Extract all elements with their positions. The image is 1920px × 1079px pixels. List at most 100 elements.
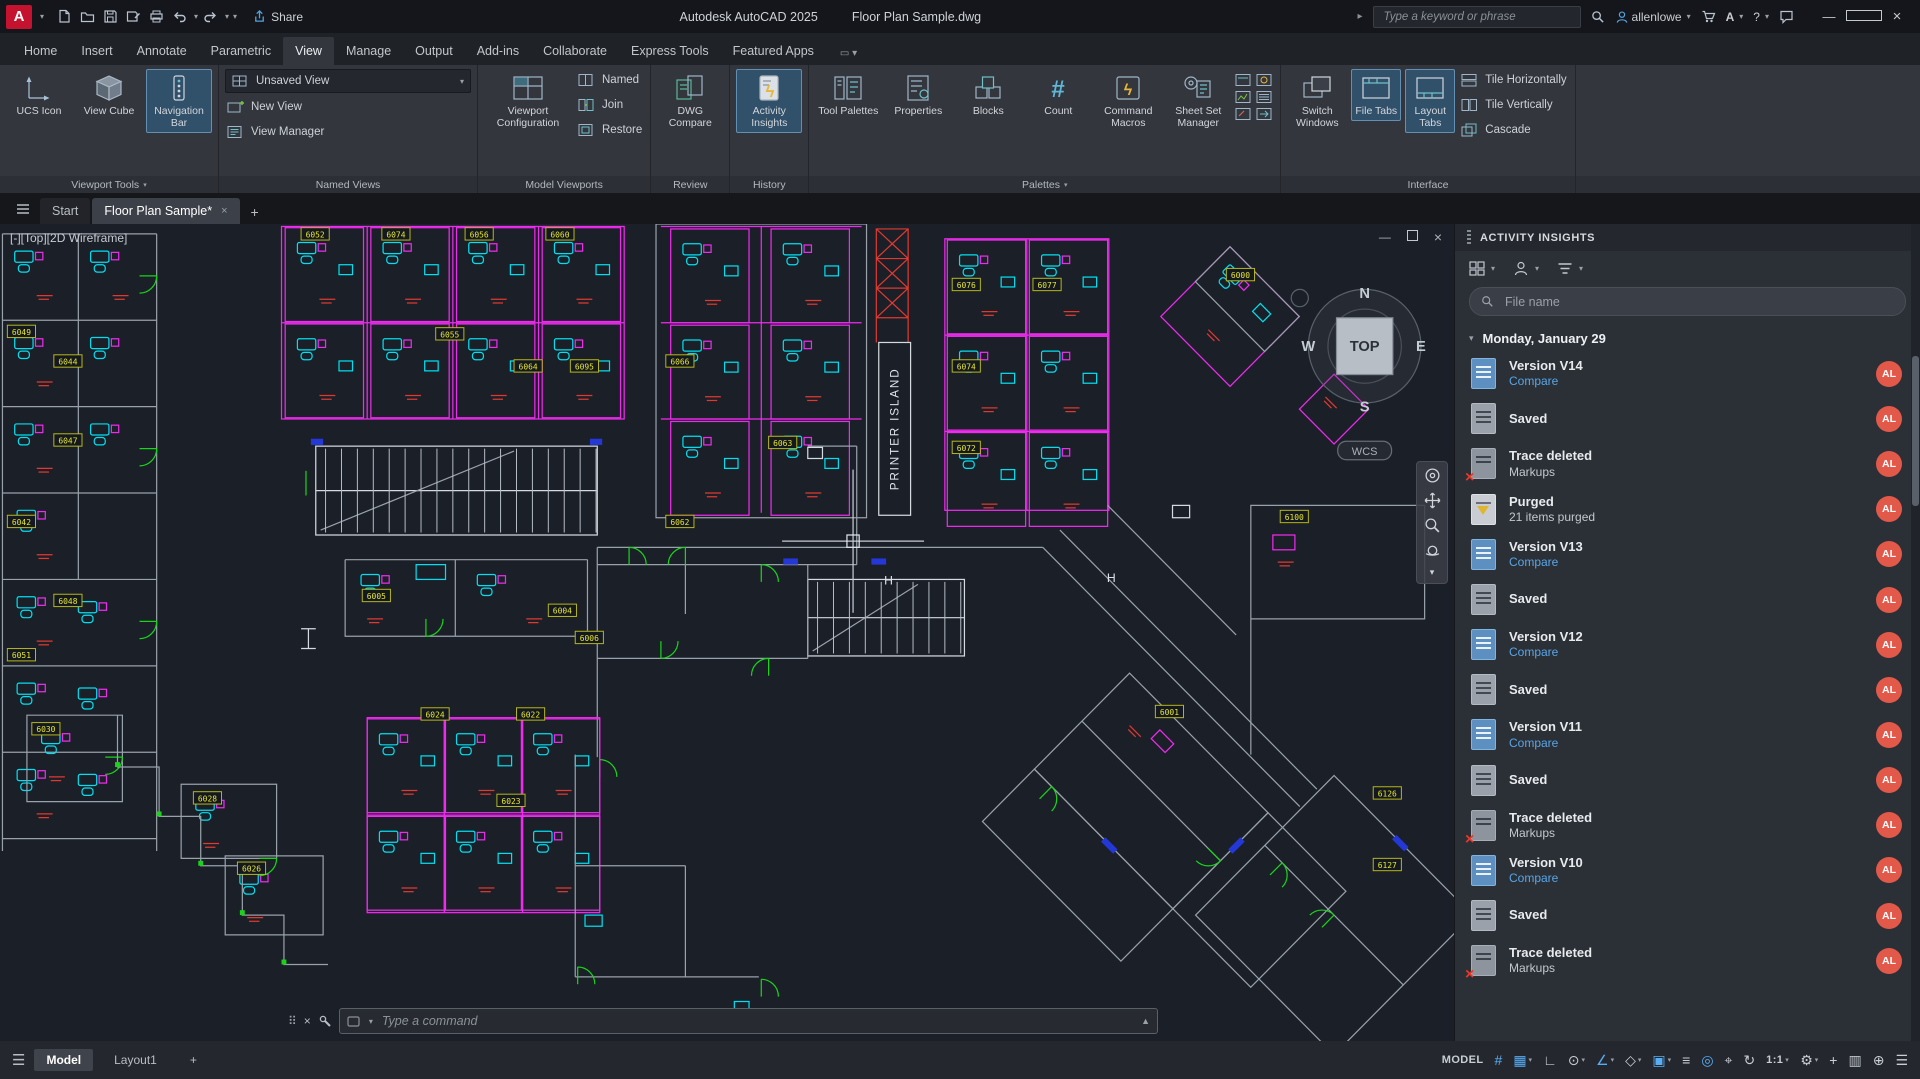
orbit-icon[interactable] [1424, 542, 1441, 559]
panel-label-review[interactable]: Review [651, 176, 729, 193]
snap-mode-icon[interactable]: ▦▾ [1513, 1052, 1532, 1069]
plot-button[interactable] [146, 7, 167, 26]
isolate-objects-icon[interactable]: ⊕ [1873, 1052, 1885, 1069]
event-filter-dropdown[interactable]: ▾ [1557, 261, 1583, 276]
activity-item[interactable]: SavedAL [1455, 667, 1920, 712]
panel-scrollbar-thumb[interactable] [1912, 356, 1919, 506]
ribbon-tab-home[interactable]: Home [12, 37, 69, 65]
visual-styles-icon[interactable] [1235, 73, 1253, 87]
command-recent-caret-icon[interactable]: ▾ [369, 1017, 373, 1026]
navigation-bar-button[interactable]: Navigation Bar [146, 69, 212, 133]
command-input[interactable] [380, 1013, 1134, 1029]
viewport-controls-label[interactable]: [-][Top][2D Wireframe] [10, 231, 127, 245]
ribbon-tab-express-tools[interactable]: Express Tools [619, 37, 721, 65]
file-tab-menu-button[interactable] [8, 197, 38, 224]
new-view-button[interactable]: New View [225, 96, 304, 118]
ribbon-tab-manage[interactable]: Manage [334, 37, 403, 65]
customization-menu-icon[interactable]: ☰ [1895, 1052, 1908, 1069]
undo-button[interactable] [169, 7, 190, 26]
command-input-box[interactable]: ▾ ▲ [339, 1008, 1158, 1034]
customize-plus-icon[interactable]: + [1829, 1052, 1837, 1068]
markup-palette-icon[interactable] [1235, 107, 1253, 121]
viewport-configuration-button[interactable]: Viewport Configuration [484, 69, 572, 133]
search-expand-icon[interactable]: ▸ [1358, 11, 1363, 22]
ribbon-tab-insert[interactable]: Insert [69, 37, 124, 65]
close-button[interactable]: × [1880, 8, 1914, 25]
redo-button[interactable] [200, 7, 221, 26]
command-history-up-icon[interactable]: ▲ [1141, 1016, 1150, 1026]
autodesk-app-button[interactable]: A▾ [1726, 10, 1744, 24]
panel-label-model-viewports[interactable]: Model Viewports [478, 176, 650, 193]
cart-icon[interactable] [1701, 9, 1716, 24]
new-file-button[interactable] [54, 7, 75, 26]
drawing-close-button[interactable]: × [1434, 229, 1442, 245]
activity-item[interactable]: SavedAL [1455, 758, 1920, 803]
redo-caret-icon[interactable]: ▾ [225, 12, 229, 21]
command-dock-close-icon[interactable]: × [304, 1014, 311, 1028]
new-drawing-tab-button[interactable]: + [242, 200, 268, 224]
app-menu-caret-icon[interactable]: ▾ [40, 12, 44, 21]
ribbon-tab-add-ins[interactable]: Add-ins [465, 37, 531, 65]
new-layout-button[interactable]: + [178, 1049, 209, 1071]
object-snap-icon[interactable]: ▣▾ [1652, 1052, 1671, 1069]
minimize-button[interactable]: — [1812, 9, 1846, 24]
ribbon-tab-view[interactable]: View [283, 37, 334, 65]
dwg-compare-button[interactable]: DWG Compare [657, 69, 723, 133]
layout1-tab[interactable]: Layout1 [102, 1049, 169, 1071]
xref-palette-icon[interactable] [1256, 107, 1274, 121]
drawing-restore-button[interactable] [1407, 230, 1418, 244]
panel-label-viewport-tools[interactable]: Viewport Tools▾ [0, 176, 218, 193]
signed-in-user-button[interactable]: allenlowe ▾ [1615, 10, 1691, 24]
isometric-drafting-icon[interactable]: ◇▾ [1625, 1052, 1641, 1069]
undo-caret-icon[interactable]: ▾ [194, 12, 198, 21]
panel-grip-icon[interactable] [1467, 230, 1471, 246]
help-search-box[interactable] [1373, 6, 1581, 28]
maximize-button[interactable] [1846, 9, 1880, 24]
activity-item[interactable]: SavedAL [1455, 577, 1920, 622]
help-search-input[interactable] [1382, 10, 1572, 24]
ribbon-tab-collaborate[interactable]: Collaborate [531, 37, 619, 65]
file-tabs-button[interactable]: File Tabs [1351, 69, 1401, 121]
panel-label-interface[interactable]: Interface [1281, 176, 1574, 193]
panel-scrollbar[interactable] [1911, 224, 1920, 1041]
layer-palette-icon[interactable] [1256, 90, 1274, 104]
user-filter-dropdown[interactable]: ▾ [1513, 261, 1539, 276]
close-tab-icon[interactable]: × [221, 205, 227, 217]
drawing-canvas[interactable]: 6052607460566060605560646095606660636062… [0, 224, 1454, 1041]
ribbon-display-toggle[interactable]: ▭ ▾ [834, 42, 863, 65]
render-icon[interactable] [1235, 90, 1253, 104]
lineweight-icon[interactable]: ≡ [1682, 1052, 1690, 1068]
pan-icon[interactable] [1424, 492, 1441, 509]
tile-horizontally-button[interactable]: Tile Horizontally [1459, 69, 1568, 91]
activity-item[interactable]: SavedAL [1455, 893, 1920, 938]
full-navigation-wheel-icon[interactable] [1424, 467, 1441, 484]
drawing-minimize-button[interactable]: — [1379, 230, 1391, 244]
model-space-button[interactable]: MODEL [1442, 1054, 1484, 1066]
activity-item[interactable]: Version V10CompareAL [1455, 848, 1920, 893]
qat-customize-caret-icon[interactable]: ▾ [233, 12, 237, 21]
annotation-monitor-icon[interactable]: ⌖ [1725, 1052, 1733, 1069]
activity-panel-header[interactable]: ACTIVITY INSIGHTS [1455, 224, 1920, 251]
activity-item[interactable]: Version V11CompareAL [1455, 712, 1920, 757]
layout-tabs-button[interactable]: Layout Tabs [1405, 69, 1455, 133]
panel-label-history[interactable]: History [730, 176, 808, 193]
properties-button[interactable]: Properties [885, 69, 951, 121]
activity-item[interactable]: Version V14CompareAL [1455, 351, 1920, 396]
view-list-dropdown[interactable]: Unsaved View ▾ [225, 69, 471, 93]
annotation-scale-button[interactable]: 1:1▾ [1766, 1054, 1789, 1066]
command-dock-grip[interactable]: ⠿ [288, 1014, 297, 1028]
navbar-more-icon[interactable]: ▾ [1430, 567, 1435, 578]
activity-insights-button[interactable]: ϟ Activity Insights [736, 69, 802, 133]
ribbon-tab-output[interactable]: Output [403, 37, 465, 65]
panel-label-named-views[interactable]: Named Views [219, 176, 477, 193]
join-viewports-button[interactable]: Join [576, 94, 644, 116]
compare-link[interactable]: Compare [1509, 374, 1863, 389]
date-group-header[interactable]: ▾ Monday, January 29 [1455, 324, 1920, 351]
activity-item[interactable]: Trace deletedMarkupsAL [1455, 938, 1920, 983]
ribbon-tab-parametric[interactable]: Parametric [199, 37, 283, 65]
file-tab-start[interactable]: Start [40, 198, 90, 224]
cascade-button[interactable]: Cascade [1459, 119, 1568, 141]
count-button[interactable]: # Count [1025, 69, 1091, 121]
open-file-button[interactable] [77, 7, 98, 26]
ortho-mode-icon[interactable]: ∟ [1543, 1052, 1557, 1068]
